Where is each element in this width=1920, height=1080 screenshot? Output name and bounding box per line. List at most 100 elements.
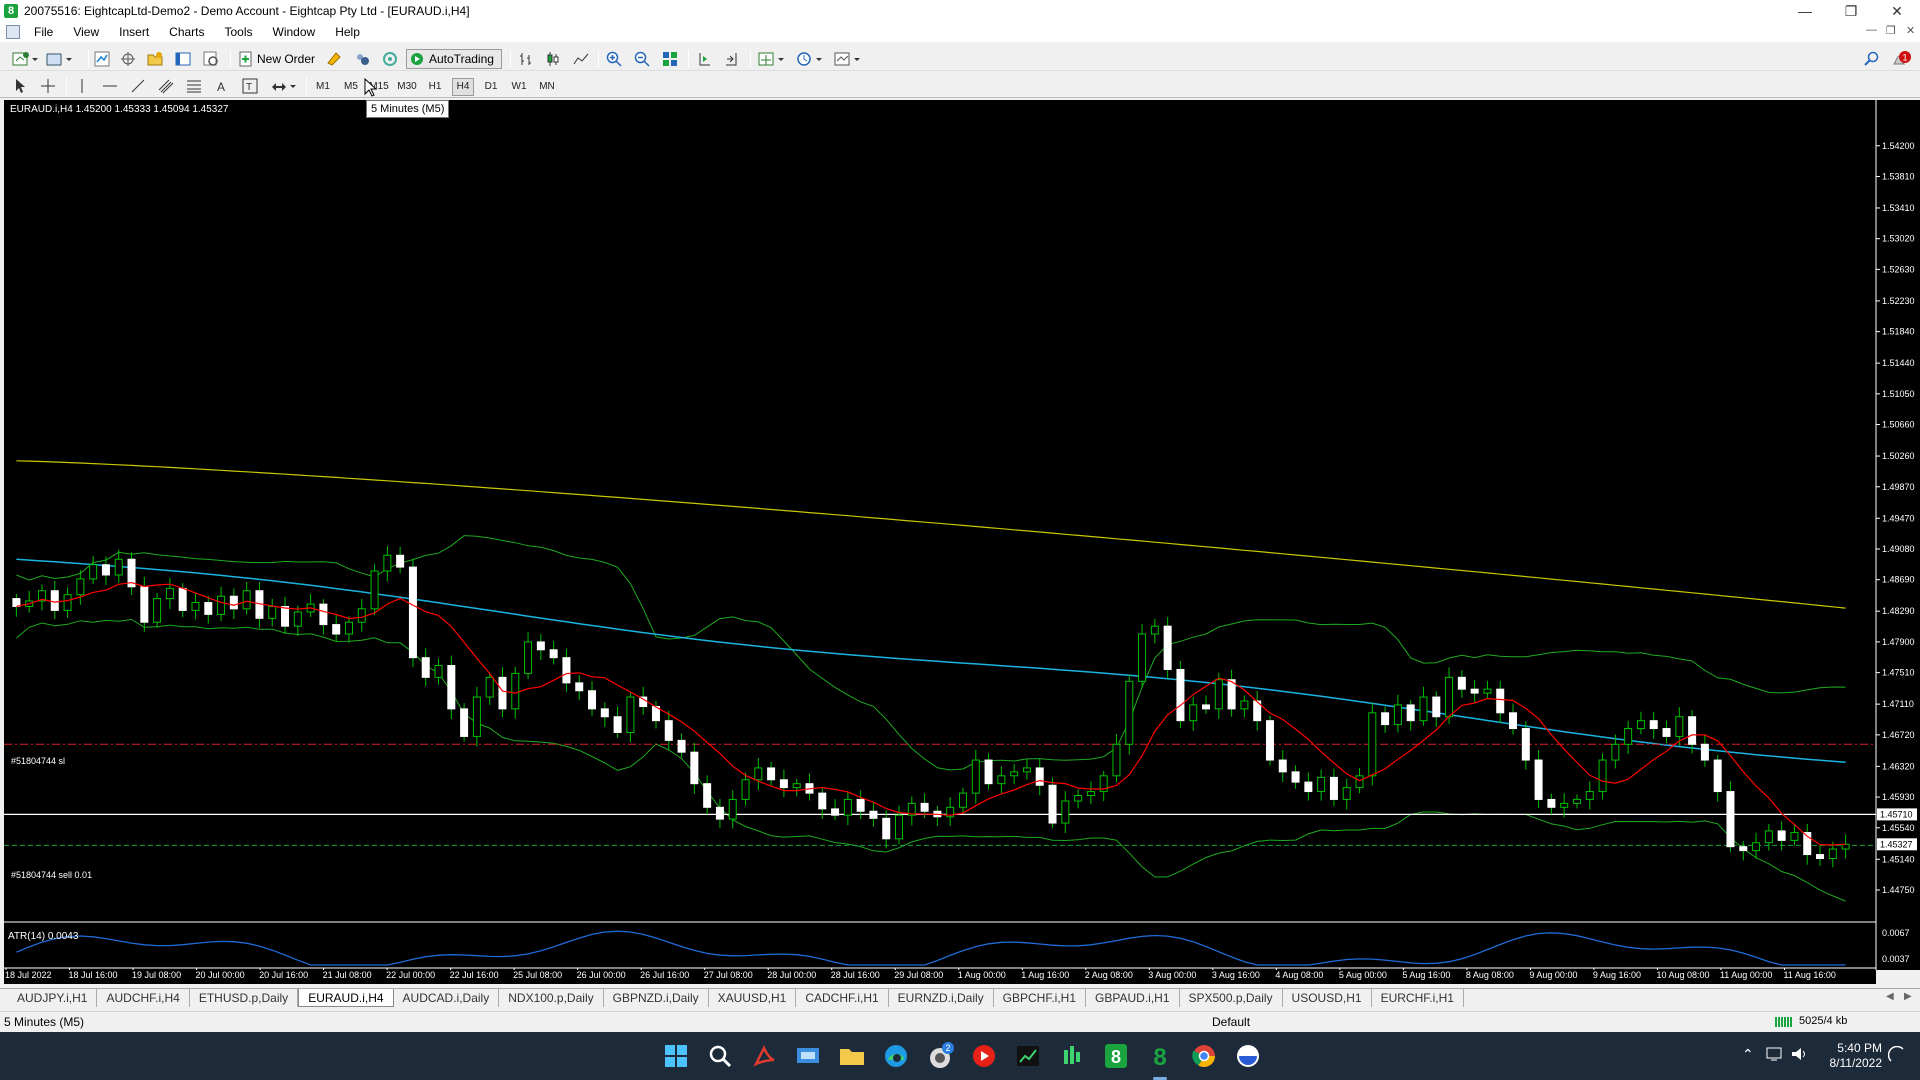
- timeframe-d1[interactable]: D1: [480, 78, 502, 96]
- chart-tab[interactable]: AUDJPY.i,H1: [8, 989, 98, 1007]
- menu-view[interactable]: View: [63, 22, 109, 42]
- line-chart-icon[interactable]: [571, 49, 591, 69]
- price-chart[interactable]: 1.54200 1.53810 1.53410 1.53020 1.52630 1.522…: [4, 100, 1920, 970]
- chart-tab[interactable]: XAUUSD,H1: [709, 989, 797, 1007]
- trading-app-icon[interactable]: [1012, 1040, 1044, 1072]
- new-chart-icon[interactable]: [10, 49, 40, 69]
- candles-app-icon[interactable]: [1056, 1040, 1088, 1072]
- autotrading-button[interactable]: AutoTrading: [406, 49, 502, 69]
- volume-icon[interactable]: [1790, 1046, 1808, 1062]
- chart-tab[interactable]: EURNZD.i,Daily: [889, 989, 994, 1007]
- periods-icon[interactable]: [794, 49, 824, 69]
- vertical-line-icon[interactable]: [72, 76, 92, 96]
- timeframe-m30[interactable]: M30: [396, 78, 418, 96]
- market-icon[interactable]: [352, 49, 372, 69]
- zoom-in-icon[interactable]: [604, 49, 624, 69]
- data-window-icon[interactable]: [118, 49, 138, 69]
- chrome-icon[interactable]: [1188, 1040, 1220, 1072]
- price-axis-label: 1.46320: [1882, 761, 1915, 771]
- crosshair-icon[interactable]: [38, 76, 58, 96]
- zoom-out-icon[interactable]: [632, 49, 652, 69]
- chart-tab[interactable]: AUDCHF.i,H4: [97, 989, 190, 1007]
- arrows-icon[interactable]: [268, 76, 298, 96]
- mdi-minimize-icon[interactable]: —: [1866, 24, 1877, 36]
- tray-chevron-icon[interactable]: ⌃: [1742, 1046, 1754, 1063]
- new-order-button[interactable]: New Order: [253, 49, 319, 69]
- eightcap-terminal-icon[interactable]: 8: [1144, 1040, 1176, 1072]
- timeframe-mn[interactable]: MN: [536, 78, 558, 96]
- new-order-icon[interactable]: [238, 49, 254, 69]
- connection-status[interactable]: 5025/4 kb: [1775, 1015, 1847, 1027]
- chart-tab[interactable]: NDX100.p,Daily: [499, 989, 604, 1007]
- restore-icon[interactable]: ❐: [1828, 0, 1874, 22]
- close-icon[interactable]: ✕: [1874, 0, 1920, 22]
- chart-tab[interactable]: ETHUSD.p,Daily: [190, 989, 299, 1007]
- chart-window[interactable]: 1.54200 1.53810 1.53410 1.53020 1.52630 1.522…: [4, 100, 1920, 970]
- navigator-icon[interactable]: [145, 49, 165, 69]
- edge-browser-icon[interactable]: [880, 1040, 912, 1072]
- timeframe-w1[interactable]: W1: [508, 78, 530, 96]
- chart-tab[interactable]: GBPAUD.i,H1: [1086, 989, 1180, 1007]
- chart-tab[interactable]: SPX500.p,Daily: [1180, 989, 1283, 1007]
- chart-tab[interactable]: GBPNZD.i,Daily: [604, 989, 709, 1007]
- search-taskbar-icon[interactable]: [704, 1040, 736, 1072]
- eightcap-app-icon[interactable]: 8: [1100, 1040, 1132, 1072]
- menu-file[interactable]: File: [24, 22, 63, 42]
- timeframe-m5[interactable]: M5: [340, 78, 362, 96]
- menu-insert[interactable]: Insert: [109, 22, 159, 42]
- auto-scroll-icon[interactable]: [722, 49, 742, 69]
- chart-tab[interactable]: CADCHF.i,H1: [796, 989, 889, 1007]
- youtube-music-icon[interactable]: [968, 1040, 1000, 1072]
- file-explorer-icon[interactable]: [836, 1040, 868, 1072]
- timeframe-m1[interactable]: M1: [312, 78, 334, 96]
- channel-icon[interactable]: [156, 76, 176, 96]
- system-clock[interactable]: 5:40 PM 8/11/2022: [1808, 1041, 1883, 1071]
- vpn-app-icon[interactable]: [1232, 1040, 1264, 1072]
- tab-scroll-left-icon[interactable]: ◀: [1886, 991, 1894, 1002]
- chart-tab[interactable]: EURCHF.i,H1: [1372, 989, 1464, 1007]
- strategy-tester-icon[interactable]: [201, 49, 221, 69]
- remote-desktop-icon[interactable]: [792, 1040, 824, 1072]
- network-icon[interactable]: [1766, 1046, 1784, 1062]
- text-label-icon[interactable]: T: [240, 76, 260, 96]
- chart-tab[interactable]: AUDCAD.i,Daily: [394, 989, 500, 1007]
- tile-windows-icon[interactable]: [660, 49, 680, 69]
- trendline-icon[interactable]: [128, 76, 148, 96]
- menu-window[interactable]: Window: [263, 22, 326, 42]
- timeframe-h1[interactable]: H1: [424, 78, 446, 96]
- signals-icon[interactable]: [380, 49, 400, 69]
- minimize-icon[interactable]: —: [1782, 0, 1828, 22]
- candle-body: [1393, 704, 1402, 726]
- metaeditor-icon[interactable]: [324, 49, 344, 69]
- indicators-icon[interactable]: [756, 49, 786, 69]
- timeframe-h4[interactable]: H4: [452, 78, 474, 96]
- security-app-icon[interactable]: 2: [924, 1040, 956, 1072]
- mdi-restore-icon[interactable]: ❐: [1886, 24, 1896, 37]
- menu-tools[interactable]: Tools: [215, 22, 263, 42]
- mdi-close-icon[interactable]: ✕: [1906, 24, 1915, 37]
- chart-tab[interactable]: EURAUD.i,H4: [298, 989, 394, 1007]
- text-icon[interactable]: A: [212, 76, 232, 96]
- candlestick-icon[interactable]: [543, 49, 563, 69]
- pdf-reader-icon[interactable]: [748, 1040, 780, 1072]
- menu-charts[interactable]: Charts: [159, 22, 214, 42]
- document-icon[interactable]: [6, 25, 20, 39]
- chart-shift-icon[interactable]: [694, 49, 714, 69]
- menu-help[interactable]: Help: [325, 22, 370, 42]
- chart-tab[interactable]: USOUSD,H1: [1283, 989, 1372, 1007]
- terminal-icon[interactable]: [173, 49, 193, 69]
- bar-chart-icon[interactable]: [516, 49, 536, 69]
- notification-center-icon[interactable]: [1888, 1046, 1906, 1064]
- notifications-icon[interactable]: 1: [1888, 49, 1914, 69]
- market-watch-icon[interactable]: [92, 49, 112, 69]
- fibonacci-icon[interactable]: [184, 76, 204, 96]
- cursor-icon[interactable]: [10, 76, 30, 96]
- windows-start-icon[interactable]: [660, 1040, 692, 1072]
- horizontal-line-icon[interactable]: [100, 76, 120, 96]
- candle-body: [357, 608, 366, 623]
- profiles-icon[interactable]: [44, 49, 74, 69]
- chart-tab[interactable]: GBPCHF.i,H1: [994, 989, 1087, 1007]
- search-icon[interactable]: [1862, 49, 1882, 69]
- tab-scroll-right-icon[interactable]: ▶: [1904, 991, 1912, 1002]
- templates-icon[interactable]: [832, 49, 862, 69]
